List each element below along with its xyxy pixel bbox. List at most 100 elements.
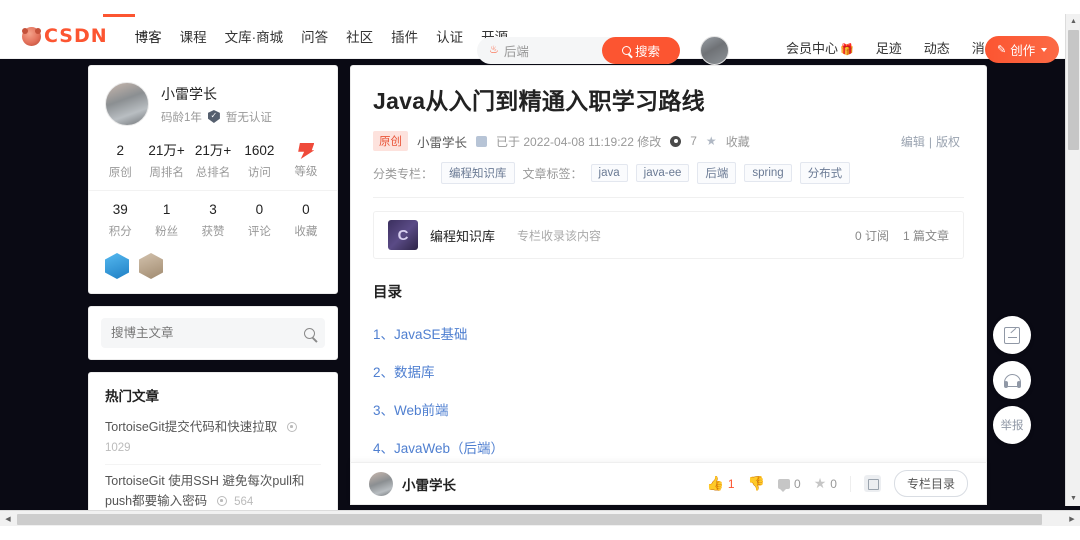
link-activity[interactable]: 动态	[913, 38, 961, 57]
cert-status: 暂无认证	[225, 111, 272, 124]
tag-chip[interactable]: 后端	[697, 162, 737, 184]
scroll-left-arrow[interactable]: ◀	[0, 511, 16, 527]
eye-icon	[286, 422, 297, 432]
article-meta: 原创 小雷学长 已于 2022-04-08 11:19:22 修改 7 ★ 收藏…	[351, 117, 986, 198]
write-icon	[1004, 326, 1020, 344]
stat-fans[interactable]: 1 粉丝	[143, 201, 189, 239]
dislike-button[interactable]: 👎	[748, 475, 765, 492]
collect-label[interactable]: 收藏	[726, 133, 750, 150]
horizontal-scrollbar[interactable]: ◀ ▶	[0, 510, 1080, 526]
horizontal-scroll-thumb[interactable]	[17, 514, 1042, 525]
tag-chip[interactable]: spring	[744, 164, 792, 182]
edit-link[interactable]: 编辑	[897, 135, 929, 149]
star-icon: ★	[705, 134, 717, 148]
column-name[interactable]: 编程知识库	[430, 226, 495, 245]
like-count: 1	[727, 476, 735, 491]
badge-blue-icon[interactable]	[105, 253, 129, 279]
create-button[interactable]: ✎ 创作	[985, 36, 1060, 63]
tag-chip[interactable]: 分布式	[799, 162, 851, 184]
level-icon	[298, 143, 315, 159]
avatar[interactable]	[105, 82, 149, 126]
search-button[interactable]: 搜索	[602, 37, 680, 64]
toc-link-3[interactable]: 3、Web前端	[373, 392, 964, 430]
vertical-scroll-thumb[interactable]	[1068, 30, 1079, 150]
copyright-link[interactable]: 版权	[932, 135, 964, 149]
column-desc: 专栏收录该内容	[517, 228, 602, 243]
avatar[interactable]	[369, 471, 393, 496]
favorite-button[interactable]: ★ 0	[814, 475, 837, 492]
write-button[interactable]	[993, 316, 1031, 354]
search-keyword: 后端	[503, 45, 529, 59]
nav-item-qa[interactable]: 问答	[292, 26, 337, 46]
customer-service-button[interactable]	[993, 361, 1031, 399]
report-button[interactable]: 举报	[993, 406, 1031, 444]
eye-icon	[216, 496, 227, 506]
floating-action-rail: 举报	[993, 316, 1031, 451]
tag-chip[interactable]: java	[590, 164, 628, 182]
flame-icon: ♨	[489, 44, 499, 56]
search-input[interactable]	[111, 326, 304, 340]
profile-name[interactable]: 小雷学长	[161, 84, 272, 104]
hot-article-title: TortoiseGit 使用SSH 避免每次pull和push都要输入密码	[105, 474, 305, 508]
column-toc-button[interactable]: 专栏目录	[893, 470, 968, 497]
nav-item-course[interactable]: 课程	[171, 26, 216, 46]
stat-value: 0	[302, 202, 310, 217]
search-button-label: 搜索	[634, 45, 660, 59]
stat-week-rank[interactable]: 21万+ 周排名	[143, 142, 189, 180]
article-author[interactable]: 小雷学长	[417, 132, 467, 151]
link-member-center[interactable]: 会员中心 🎁	[775, 38, 865, 57]
status-badge: 原创	[373, 131, 408, 151]
tag-chip[interactable]: java-ee	[635, 164, 690, 182]
search-icon[interactable]	[304, 327, 315, 339]
stat-comments[interactable]: 0 评论	[236, 201, 282, 239]
csdn-logo[interactable]: CSDN	[22, 26, 108, 46]
site-header: CSDN 博客 课程 文库·商城 问答 社区 插件 认证 开源 ♨ 后端 搜索 …	[0, 14, 1065, 65]
share-icon[interactable]	[863, 475, 881, 492]
scroll-right-arrow[interactable]: ▶	[1064, 511, 1080, 527]
badge-brown-icon[interactable]	[139, 253, 163, 279]
article-views: 7	[690, 134, 697, 148]
stat-likes[interactable]: 3 获赞	[190, 201, 236, 239]
stat-label: 周排名	[149, 167, 184, 179]
scroll-up-arrow[interactable]: ▲	[1066, 14, 1080, 29]
stats-row-secondary: 39 积分 1 粉丝 3 获赞 0 评论 0 收藏	[89, 190, 337, 249]
like-button[interactable]: 👍 1	[706, 475, 734, 492]
nav-item-blog[interactable]: 博客	[126, 26, 171, 46]
pen-icon: ✎	[997, 44, 1007, 56]
blog-search-box[interactable]	[101, 318, 325, 348]
active-nav-underline	[103, 14, 135, 17]
vertical-scrollbar[interactable]: ▲ ▼	[1065, 14, 1080, 506]
toc-link-1[interactable]: 1、JavaSE基础	[373, 316, 964, 354]
stat-original[interactable]: 2 原创	[97, 142, 143, 180]
header-search[interactable]: ♨ 后端 搜索	[477, 37, 680, 64]
divider	[849, 475, 851, 492]
category-chip[interactable]: 编程知识库	[441, 162, 515, 184]
toc-heading: 目录	[373, 285, 402, 301]
header-avatar[interactable]	[700, 36, 729, 65]
toc-link-2[interactable]: 2、数据库	[373, 354, 964, 392]
tags-label: 文章标签：	[522, 166, 583, 181]
stat-value: 21万+	[148, 143, 185, 158]
stat-label: 等级	[294, 166, 318, 178]
stat-total-rank[interactable]: 21万+ 总排名	[190, 142, 236, 180]
list-item[interactable]: TortoiseGit提交代码和快速拉取 1029	[105, 411, 321, 465]
stat-level[interactable]: 等级	[283, 142, 329, 180]
nav-item-community[interactable]: 社区	[337, 26, 382, 46]
link-footprint[interactable]: 足迹	[865, 38, 913, 57]
nav-item-plugin[interactable]: 插件	[382, 26, 427, 46]
code-age: 码龄1年	[161, 111, 202, 124]
scroll-down-arrow[interactable]: ▼	[1066, 491, 1080, 506]
favorite-count: 0	[830, 476, 837, 491]
headset-icon	[1003, 373, 1021, 388]
comment-button[interactable]: 0	[778, 477, 801, 492]
stat-favorites[interactable]: 0 收藏	[283, 201, 329, 239]
column-card[interactable]: C 编程知识库 专栏收录该内容 0 订阅 1 篇文章	[373, 211, 964, 259]
stat-points[interactable]: 39 积分	[97, 201, 143, 239]
csdn-logo-icon	[22, 26, 41, 46]
nav-item-library[interactable]: 文库·商城	[216, 26, 293, 46]
stat-visits[interactable]: 1602 访问	[236, 142, 282, 180]
stats-row-primary: 2 原创 21万+ 周排名 21万+ 总排名 1602 访问 等级	[89, 132, 337, 190]
nav-item-cert[interactable]: 认证	[427, 26, 472, 46]
action-bar-author[interactable]: 小雷学长	[402, 474, 456, 494]
profile-info: 小雷学长 码龄1年 ✓ 暂无认证	[161, 84, 272, 125]
